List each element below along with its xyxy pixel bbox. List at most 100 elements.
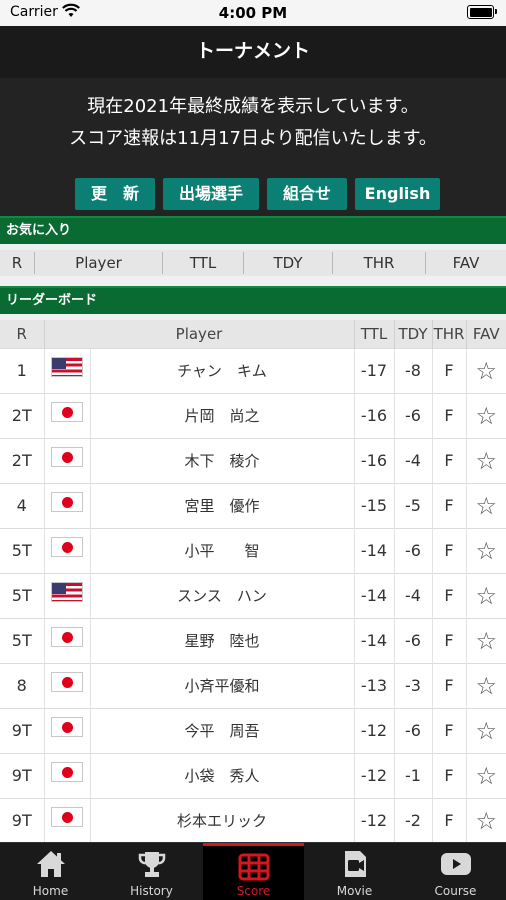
col-player: Player <box>75 254 122 272</box>
player-name[interactable]: 小斉平優和 <box>89 662 354 708</box>
table-row[interactable]: 2T 木下 稜介 -16 -4 F ☆ <box>0 437 506 483</box>
japan-flag-icon <box>50 807 83 827</box>
tab-movie-label: Movie <box>336 884 373 898</box>
japan-flag-icon <box>50 627 83 647</box>
table-row[interactable]: 8 小斉平優和 -13 -3 F ☆ <box>0 662 506 708</box>
rank-cell: 5T <box>0 617 44 663</box>
star-icon[interactable]: ☆ <box>475 492 497 520</box>
tdy-cell: -6 <box>393 392 432 438</box>
star-icon[interactable]: ☆ <box>475 672 497 700</box>
fav-cell[interactable]: ☆ <box>465 707 506 753</box>
star-icon[interactable]: ☆ <box>475 357 497 385</box>
flag-cell <box>43 707 90 753</box>
notice-panel: 現在2021年最終成績を表示しています。 スコア速報は11月17日より配信いたし… <box>0 78 506 216</box>
table-row[interactable]: 1 チャン キム -17 -8 F ☆ <box>0 347 506 393</box>
us-flag-icon <box>50 357 83 377</box>
clock: 4:00 PM <box>218 4 288 22</box>
fav-cell[interactable]: ☆ <box>465 797 506 842</box>
player-name[interactable]: 今平 周吾 <box>89 707 354 753</box>
groups-button[interactable]: 組合せ <box>267 178 347 210</box>
tdy-cell: -4 <box>393 437 432 483</box>
col-rank: R <box>11 254 23 272</box>
japan-flag-icon <box>50 537 83 557</box>
fav-cell[interactable]: ☆ <box>465 752 506 798</box>
player-name[interactable]: 木下 稜介 <box>89 437 354 483</box>
tab-course[interactable]: Course <box>405 843 506 900</box>
tdy-cell: -1 <box>393 752 432 798</box>
player-name[interactable]: 片岡 尚之 <box>89 392 354 438</box>
table-row[interactable]: 5T 小平 智 -14 -6 F ☆ <box>0 527 506 573</box>
tab-course-label: Course <box>434 884 477 898</box>
japan-flag-icon <box>50 447 83 467</box>
leaderboard-header: リーダーボード <box>0 286 506 314</box>
tab-score-label: Score <box>236 884 271 898</box>
tab-home[interactable]: Home <box>0 843 101 900</box>
leaderboard-list[interactable]: R Player TTL TDY THR FAV 1 チャン キム -17 -8 F ☆ 2… <box>0 320 506 842</box>
fav-cell[interactable]: ☆ <box>465 527 506 573</box>
play-icon <box>441 853 471 875</box>
scoreboard-icon <box>238 853 270 881</box>
us-flag-icon <box>50 582 83 602</box>
col-fav: FAV <box>452 254 480 272</box>
player-name[interactable]: スンス ハン <box>89 572 354 618</box>
tdy-cell: -6 <box>393 617 432 663</box>
player-name[interactable]: 杉本エリック <box>89 797 354 842</box>
tab-movie[interactable]: Movie <box>304 843 405 900</box>
ttl-cell: -13 <box>353 662 394 708</box>
leaderboard-table: R Player TTL TDY THR FAV 1 チャン キム -17 -8 F ☆ 2… <box>0 320 506 842</box>
rank-cell: 9T <box>0 752 44 798</box>
ttl-cell: -14 <box>353 617 394 663</box>
home-icon <box>37 851 65 877</box>
player-name[interactable]: 星野 陸也 <box>89 617 354 663</box>
table-row[interactable]: 5T 星野 陸也 -14 -6 F ☆ <box>0 617 506 663</box>
rank-cell: 5T <box>0 527 44 573</box>
notice-line-1: 現在2021年最終成績を表示しています。 <box>87 96 419 117</box>
ttl-cell: -14 <box>353 572 394 618</box>
tdy-cell: -6 <box>393 527 432 573</box>
star-icon[interactable]: ☆ <box>475 762 497 790</box>
star-icon[interactable]: ☆ <box>475 402 497 430</box>
tdy-cell: -3 <box>393 662 432 708</box>
refresh-button[interactable]: 更 新 <box>75 178 155 210</box>
fav-cell[interactable]: ☆ <box>465 392 506 438</box>
fav-cell[interactable]: ☆ <box>465 347 506 393</box>
ttl-cell: -16 <box>353 392 394 438</box>
japan-flag-icon <box>50 762 83 782</box>
table-row[interactable]: 2T 片岡 尚之 -16 -6 F ☆ <box>0 392 506 438</box>
ttl-cell: -15 <box>353 482 394 528</box>
star-icon[interactable]: ☆ <box>475 627 497 655</box>
star-icon[interactable]: ☆ <box>475 807 497 835</box>
star-icon[interactable]: ☆ <box>475 582 497 610</box>
ttl-cell: -16 <box>353 437 394 483</box>
table-row[interactable]: 4 宮里 優作 -15 -5 F ☆ <box>0 482 506 528</box>
star-icon[interactable]: ☆ <box>475 717 497 745</box>
player-name[interactable]: チャン キム <box>89 347 354 393</box>
english-button[interactable]: English <box>355 178 440 210</box>
star-icon[interactable]: ☆ <box>475 537 497 565</box>
fav-cell[interactable]: ☆ <box>465 482 506 528</box>
col-ttl: TTL <box>189 254 217 272</box>
fav-cell[interactable]: ☆ <box>465 437 506 483</box>
table-row[interactable]: 9T 杉本エリック -12 -2 F ☆ <box>0 797 506 842</box>
player-name[interactable]: 小平 智 <box>89 527 354 573</box>
japan-flag-icon <box>50 717 83 737</box>
player-name[interactable]: 宮里 優作 <box>89 482 354 528</box>
divider <box>0 276 506 286</box>
tab-bar: Home History Score Movie Course <box>0 842 506 900</box>
star-icon[interactable]: ☆ <box>475 447 497 475</box>
thr-cell: F <box>431 797 466 842</box>
tab-history[interactable]: History <box>101 843 202 900</box>
players-button[interactable]: 出場選手 <box>163 178 259 210</box>
fav-cell[interactable]: ☆ <box>465 662 506 708</box>
tab-score[interactable]: Score <box>203 843 304 900</box>
fav-cell[interactable]: ☆ <box>465 617 506 663</box>
table-row[interactable]: 9T 小袋 秀人 -12 -1 F ☆ <box>0 752 506 798</box>
table-row[interactable]: 9T 今平 周吾 -12 -6 F ☆ <box>0 707 506 753</box>
table-row[interactable]: 5T スンス ハン -14 -4 F ☆ <box>0 572 506 618</box>
rank-cell: 5T <box>0 572 44 618</box>
rank-cell: 9T <box>0 797 44 842</box>
fav-cell[interactable]: ☆ <box>465 572 506 618</box>
col-fav: FAV <box>465 320 506 348</box>
player-name[interactable]: 小袋 秀人 <box>89 752 354 798</box>
col-player: Player <box>43 320 354 348</box>
